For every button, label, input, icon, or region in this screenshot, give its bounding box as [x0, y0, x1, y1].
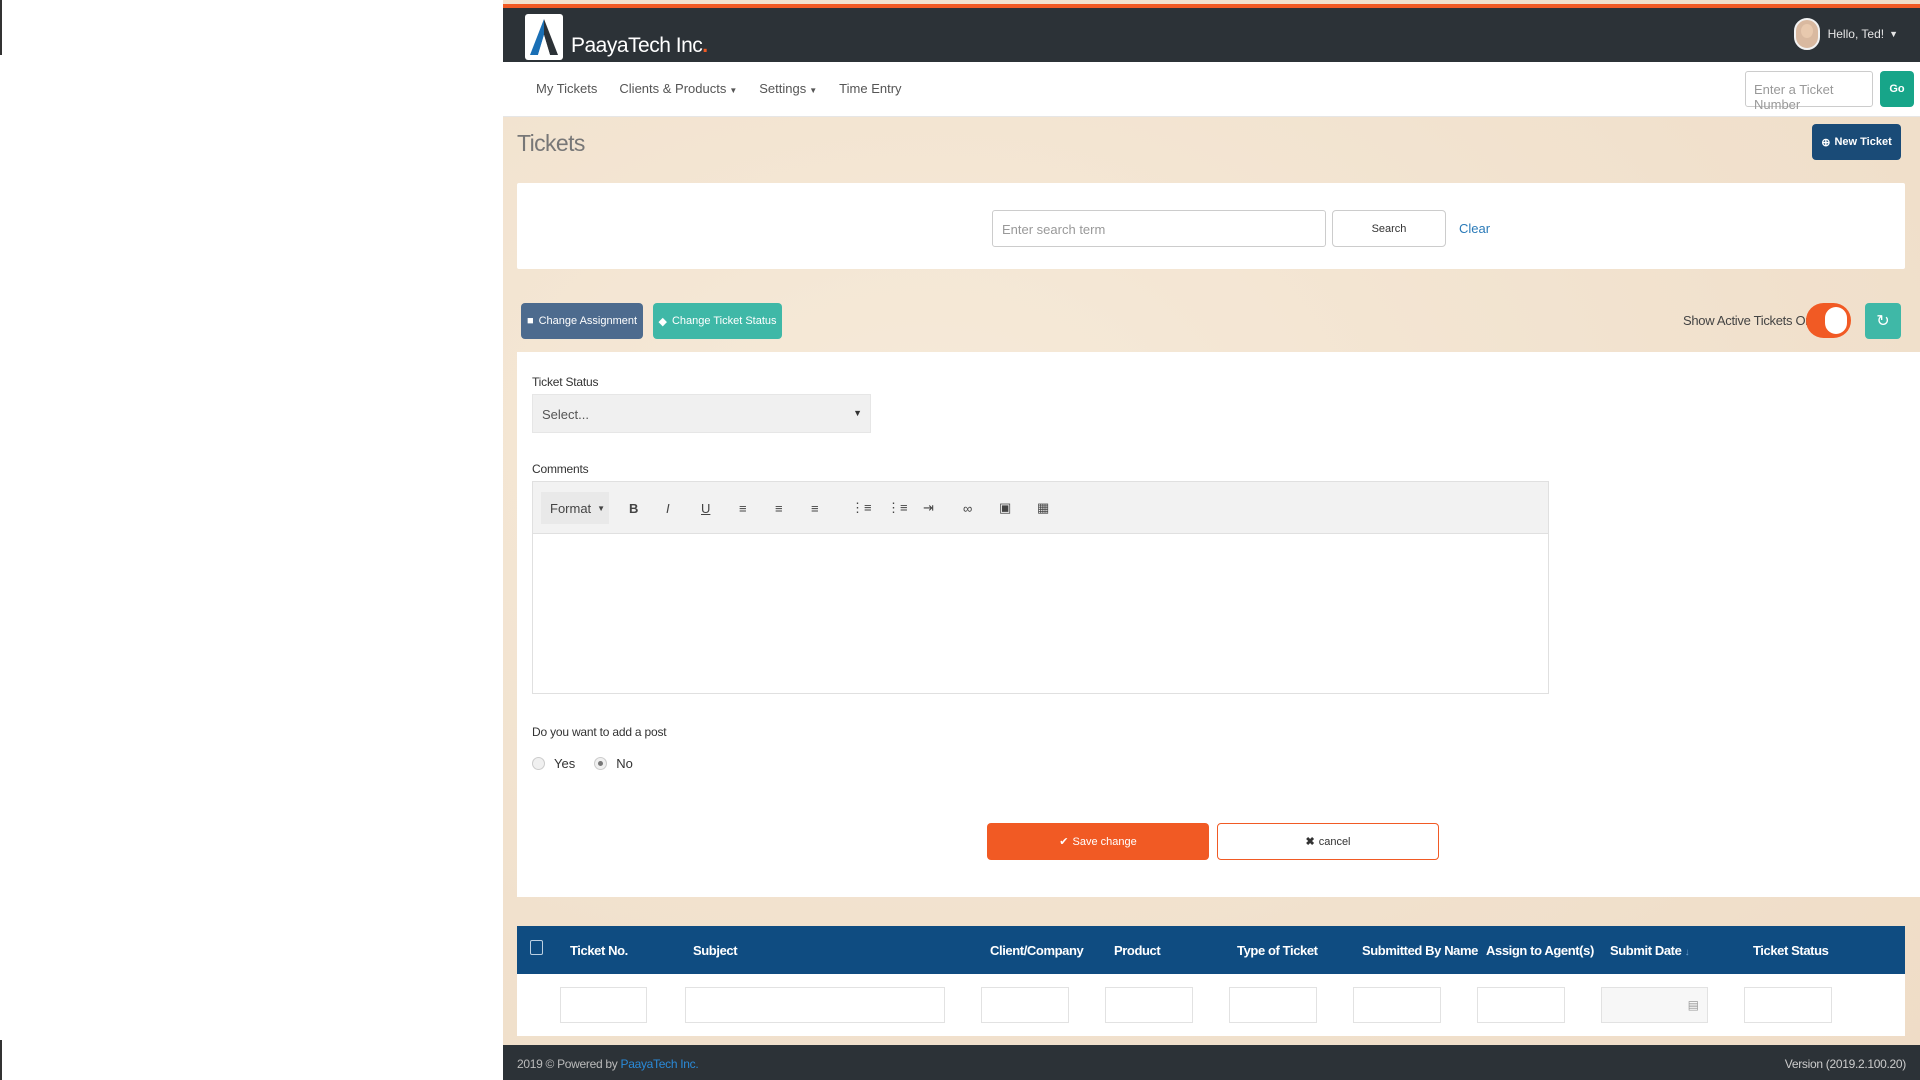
- bold-icon[interactable]: B: [629, 499, 638, 517]
- link-icon[interactable]: ∞: [963, 499, 972, 517]
- check-icon: ✔: [1059, 836, 1069, 848]
- filter-client[interactable]: [981, 987, 1069, 1023]
- active-only-toggle[interactable]: [1806, 303, 1851, 338]
- image-icon[interactable]: ▣: [999, 499, 1011, 517]
- tickets-table-header: Ticket No. Subject Client/Company Produc…: [517, 926, 1905, 974]
- bullet-list-icon[interactable]: ⋮≡: [851, 499, 872, 517]
- search-panel: Enter search term Search Clear: [517, 183, 1905, 269]
- filter-product[interactable]: [1105, 987, 1193, 1023]
- nav-time-entry[interactable]: Time Entry: [839, 81, 901, 96]
- filter-ticket-no[interactable]: [560, 987, 647, 1023]
- footer-copyright: 2019 © Powered by PaayaTech Inc.: [517, 1057, 699, 1071]
- chevron-down-icon: ▼: [1889, 29, 1898, 39]
- save-change-button[interactable]: ✔ Save change: [987, 823, 1209, 860]
- filter-submitted-by[interactable]: [1353, 987, 1441, 1023]
- caret-down-icon: ▼: [729, 86, 738, 95]
- filter-subject[interactable]: [685, 987, 945, 1023]
- nav-clients-products[interactable]: Clients & Products ▼: [619, 81, 737, 96]
- refresh-icon: ↻: [1876, 313, 1890, 330]
- format-dropdown[interactable]: Format ▼: [541, 492, 609, 524]
- radio-no-label: No: [616, 756, 633, 771]
- col-ticket-status[interactable]: Ticket Status: [1753, 943, 1829, 958]
- user-menu[interactable]: Hello, Ted! ▼: [1793, 18, 1898, 50]
- col-assign-to[interactable]: Assign to Agent(s): [1486, 943, 1594, 958]
- calendar-icon[interactable]: ▤: [1688, 998, 1699, 1012]
- comments-editor: Format ▼ B I U ≡ ≡ ≡ ⋮≡ ⋮≡ ⇥ ∞ ▣ ▦: [532, 481, 1549, 694]
- ticket-status-select[interactable]: Select... ▼: [532, 394, 871, 433]
- blank-left-area: [0, 0, 503, 1080]
- radio-no[interactable]: [594, 757, 608, 770]
- caret-down-icon: ▼: [853, 408, 862, 418]
- go-button[interactable]: Go: [1880, 71, 1914, 107]
- left-edge-marker-bottom: [0, 1040, 2, 1080]
- editor-body[interactable]: [533, 534, 1548, 693]
- avatar: [1793, 18, 1820, 50]
- align-center-icon[interactable]: ≡: [775, 499, 783, 517]
- user-icon: ■: [526, 315, 534, 327]
- tag-icon: ◆: [658, 315, 667, 328]
- post-question-label: Do you want to add a post: [532, 725, 667, 739]
- table-icon[interactable]: ▦: [1037, 499, 1049, 517]
- indent-icon[interactable]: ⇥: [923, 499, 934, 517]
- align-left-icon[interactable]: ≡: [739, 499, 747, 517]
- close-icon: ✖: [1305, 836, 1315, 848]
- top-header: PaayaTech Inc. Hello, Ted! ▼: [503, 8, 1920, 62]
- radio-yes[interactable]: [532, 757, 545, 770]
- filter-assign[interactable]: [1477, 987, 1565, 1023]
- ticket-number-input[interactable]: Enter a Ticket Number: [1745, 71, 1873, 112]
- page-title: Tickets: [517, 130, 585, 156]
- italic-icon[interactable]: I: [666, 499, 670, 517]
- comments-label: Comments: [532, 462, 589, 476]
- brand-name: PaayaTech Inc.: [571, 34, 708, 57]
- new-ticket-button[interactable]: ⊕ New Ticket: [1812, 124, 1901, 160]
- left-edge-marker: [0, 0, 2, 55]
- filter-ticket-status[interactable]: [1744, 987, 1832, 1023]
- logo-mark-icon: [530, 19, 558, 55]
- nav-settings[interactable]: Settings ▼: [759, 81, 817, 96]
- change-ticket-status-button[interactable]: ◆ Change Ticket Status: [653, 303, 782, 339]
- col-ticket-no[interactable]: Ticket No.: [570, 943, 628, 958]
- col-submit-date[interactable]: Submit Date ↓: [1610, 943, 1690, 958]
- align-right-icon[interactable]: ≡: [811, 499, 819, 517]
- col-submitted-by[interactable]: Submitted By Name: [1362, 943, 1478, 958]
- ticket-status-label: Ticket Status: [532, 375, 599, 389]
- sort-down-icon: ↓: [1684, 947, 1690, 958]
- col-client-company[interactable]: Client/Company: [990, 943, 1084, 958]
- refresh-button[interactable]: ↻: [1865, 303, 1901, 339]
- search-input[interactable]: Enter search term: [992, 210, 1326, 247]
- change-assignment-button[interactable]: ■ Change Assignment: [521, 303, 643, 339]
- filter-submit-date[interactable]: ▤: [1601, 987, 1708, 1023]
- footer-version: Version (2019.2.100.20): [1784, 1057, 1907, 1071]
- footer: 2019 © Powered by PaayaTech Inc. Version…: [503, 1045, 1920, 1080]
- nav-my-tickets[interactable]: My Tickets: [536, 81, 597, 96]
- brand-logo[interactable]: [525, 14, 563, 60]
- cancel-button[interactable]: ✖ cancel: [1217, 823, 1439, 860]
- table-filter-row: ▤: [517, 974, 1905, 1036]
- search-button[interactable]: Search: [1332, 210, 1446, 247]
- clear-link[interactable]: Clear: [1459, 221, 1490, 236]
- caret-down-icon: ▼: [809, 86, 818, 95]
- plus-circle-icon: ⊕: [1821, 136, 1831, 149]
- app-window: PaayaTech Inc. Hello, Ted! ▼ My Tickets …: [503, 0, 1920, 1080]
- user-greeting: Hello, Ted!: [1827, 27, 1885, 41]
- footer-company-link[interactable]: PaayaTech Inc.: [621, 1057, 699, 1071]
- toggle-knob: [1825, 307, 1847, 334]
- col-subject[interactable]: Subject: [693, 943, 738, 958]
- caret-down-icon: ▼: [597, 503, 606, 513]
- active-only-label: Show Active Tickets Only: [1683, 313, 1822, 328]
- select-all-checkbox[interactable]: [530, 940, 543, 955]
- col-product[interactable]: Product: [1114, 943, 1161, 958]
- editor-toolbar: Format ▼ B I U ≡ ≡ ≡ ⋮≡ ⋮≡ ⇥ ∞ ▣ ▦: [533, 482, 1548, 534]
- post-radio-group: Yes No: [532, 756, 633, 771]
- main-nav: My Tickets Clients & Products ▼ Settings ▼…: [503, 62, 1920, 117]
- radio-yes-label: Yes: [554, 756, 576, 771]
- underline-icon[interactable]: U: [701, 499, 710, 517]
- filter-type[interactable]: [1229, 987, 1317, 1023]
- change-status-form: Ticket Status Select... ▼ Comments Forma…: [517, 352, 1920, 897]
- col-type-of-ticket[interactable]: Type of Ticket: [1237, 943, 1318, 958]
- numbered-list-icon[interactable]: ⋮≡: [887, 499, 908, 517]
